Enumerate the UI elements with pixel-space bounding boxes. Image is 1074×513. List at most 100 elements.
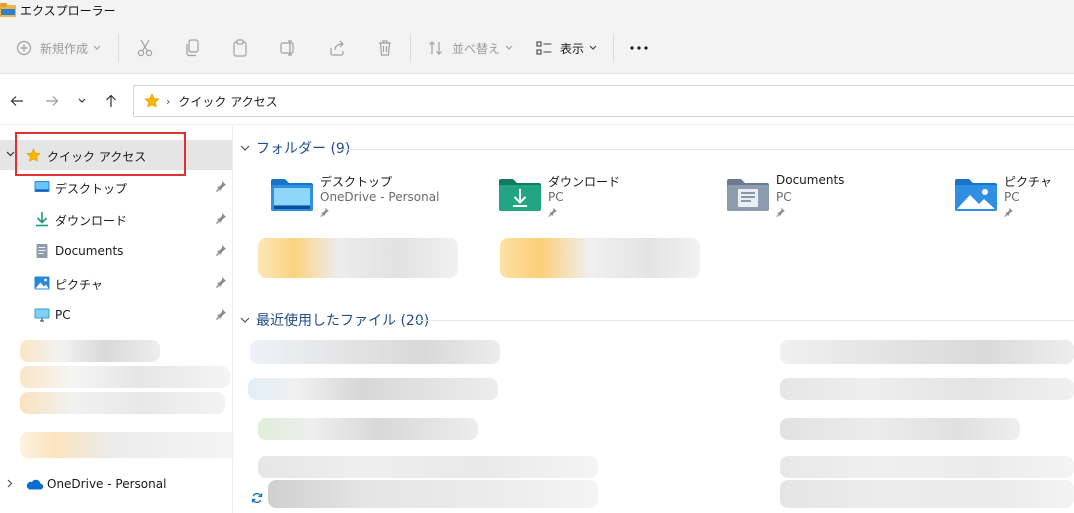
pin-icon[interactable] xyxy=(216,212,227,224)
documents-folder-icon xyxy=(727,179,769,211)
redacted-region xyxy=(500,238,700,278)
sidebar-item-documents[interactable]: Documents xyxy=(0,236,232,266)
pin-icon[interactable] xyxy=(216,180,227,192)
trash-icon xyxy=(379,40,391,56)
pin-icon xyxy=(776,207,785,217)
pin-icon xyxy=(320,207,329,217)
pc-icon xyxy=(34,308,50,322)
pin-icon xyxy=(548,207,557,217)
folder-name: Documents xyxy=(776,173,845,187)
redacted-region xyxy=(780,480,1074,508)
pictures-folder-icon xyxy=(955,179,997,211)
breadcrumb-separator-icon: › xyxy=(166,94,171,108)
new-button-label: 新規作成 xyxy=(40,41,89,56)
redacted-region xyxy=(258,238,458,278)
plus-circle-icon xyxy=(16,40,32,56)
rename-icon xyxy=(280,40,294,56)
chevron-down-icon xyxy=(6,151,15,157)
highlight-box xyxy=(15,132,186,176)
redacted-region xyxy=(20,366,230,388)
window-title: エクスプローラー xyxy=(20,4,116,18)
redacted-region xyxy=(20,340,160,362)
sidebar-item-downloads[interactable]: ダウンロード xyxy=(0,204,232,234)
pictures-icon xyxy=(34,276,50,290)
chevron-down-icon xyxy=(589,45,597,50)
group-divider xyxy=(416,320,1074,321)
back-button[interactable] xyxy=(8,92,26,110)
downloads-folder-icon xyxy=(499,179,541,211)
documents-icon xyxy=(36,244,48,258)
arrow-up-icon xyxy=(106,94,116,107)
folder-location: PC xyxy=(548,190,564,204)
sidebar-item-desktop[interactable]: デスクトップ xyxy=(0,172,232,202)
sidebar-item-label: Documents xyxy=(55,244,124,258)
delete-button[interactable] xyxy=(377,36,393,60)
more-options-button[interactable] xyxy=(629,36,649,60)
folders-group-header[interactable]: フォルダー (9) xyxy=(240,138,350,158)
star-icon xyxy=(144,93,160,108)
folder-location: PC xyxy=(1004,190,1020,204)
folder-downloads[interactable]: ダウンロード PC xyxy=(498,173,718,223)
redacted-region xyxy=(20,392,225,414)
folder-location: PC xyxy=(776,190,792,204)
redacted-region xyxy=(20,432,250,458)
forward-button[interactable] xyxy=(43,92,61,110)
sidebar-item-pictures[interactable]: ピクチャ xyxy=(0,268,232,298)
sidebar-item-label: ダウンロード xyxy=(55,214,128,228)
address-path[interactable]: クイック アクセス xyxy=(178,93,277,110)
redacted-region xyxy=(268,480,598,508)
redacted-region xyxy=(258,418,478,440)
copy-button[interactable] xyxy=(185,36,201,60)
view-button-label: 表示 xyxy=(560,41,585,56)
folder-name: ピクチャ xyxy=(1004,175,1052,189)
pin-icon[interactable] xyxy=(216,244,227,256)
copy-icon xyxy=(186,39,199,57)
more-horizontal-icon xyxy=(630,46,648,50)
download-icon xyxy=(36,212,48,227)
sidebar-item-label: デスクトップ xyxy=(55,182,128,196)
sidebar-item-label: ピクチャ xyxy=(55,278,103,292)
redacted-region xyxy=(258,456,598,478)
desktop-folder-icon xyxy=(271,179,313,211)
pin-icon[interactable] xyxy=(216,276,227,288)
toolbar-divider xyxy=(613,34,614,62)
recent-files-group-header[interactable]: 最近使用したファイル (20) xyxy=(240,310,429,330)
rename-button[interactable] xyxy=(280,36,298,60)
group-divider xyxy=(338,149,1074,150)
pin-icon[interactable] xyxy=(216,308,227,320)
sort-button-label: 並べ替え xyxy=(452,41,501,56)
redacted-region xyxy=(780,418,1020,440)
share-button[interactable] xyxy=(328,36,346,60)
view-button[interactable]: 表示 xyxy=(536,36,597,60)
toolbar-divider xyxy=(410,34,411,62)
cut-button[interactable] xyxy=(137,36,153,60)
sort-button[interactable]: 並べ替え xyxy=(428,36,513,60)
navigation-bar: › クイック アクセス xyxy=(0,75,1074,125)
sync-icon xyxy=(251,492,263,504)
navigation-pane: クイック アクセス デスクトップ ダウンロード Documents ピクチャ P… xyxy=(0,126,250,513)
scissors-icon xyxy=(137,39,153,57)
title-bar: エクスプローラー xyxy=(0,0,1074,22)
folder-name: デスクトップ xyxy=(320,175,393,189)
chevron-right-icon xyxy=(7,479,13,488)
folder-documents[interactable]: Documents PC xyxy=(726,173,946,223)
address-bar[interactable]: › クイック アクセス xyxy=(133,85,1074,117)
chevron-down-icon xyxy=(93,45,101,50)
folder-desktop[interactable]: デスクトップ OneDrive - Personal xyxy=(270,173,490,223)
redacted-region xyxy=(248,378,498,400)
desktop-icon xyxy=(34,181,50,192)
redacted-region xyxy=(780,378,1074,400)
pin-icon xyxy=(1004,207,1013,217)
chevron-down-icon xyxy=(505,45,513,50)
up-button[interactable] xyxy=(102,92,120,110)
sidebar-item-onedrive[interactable]: OneDrive - Personal xyxy=(0,469,232,499)
sidebar-item-label: OneDrive - Personal xyxy=(47,477,167,491)
paste-button[interactable] xyxy=(232,36,248,60)
group-title: 最近使用したファイル (20) xyxy=(256,313,430,329)
redacted-region xyxy=(780,456,1074,478)
folder-pictures[interactable]: ピクチャ PC xyxy=(954,173,1074,223)
toolbar-divider xyxy=(118,34,119,62)
sidebar-item-pc[interactable]: PC xyxy=(0,300,232,330)
new-button[interactable]: 新規作成 xyxy=(16,36,101,60)
recent-locations-button[interactable] xyxy=(73,92,91,110)
